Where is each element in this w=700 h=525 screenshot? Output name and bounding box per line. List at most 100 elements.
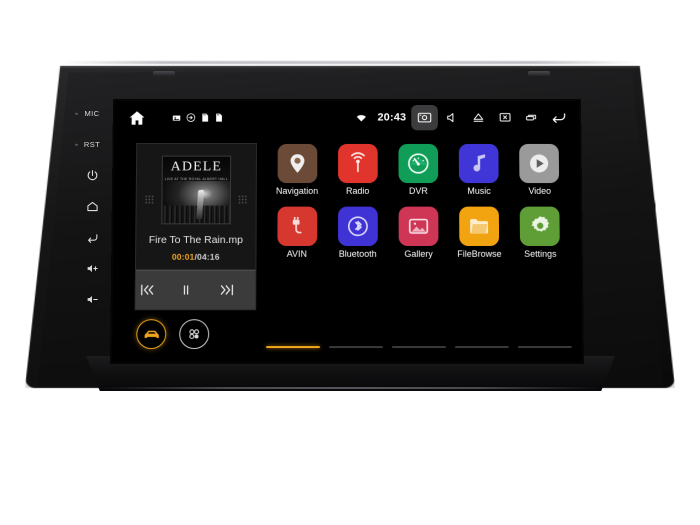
eject-icon bbox=[471, 111, 485, 125]
page-indicator-dot[interactable] bbox=[391, 345, 446, 349]
back-icon bbox=[549, 110, 567, 126]
music-player-widget[interactable]: ADELE LIVE AT THE ROYAL ALBERT HALL Fire… bbox=[134, 142, 257, 311]
volume-down-icon bbox=[87, 295, 98, 304]
app-avin-tile[interactable] bbox=[276, 206, 317, 246]
power-icon bbox=[87, 170, 97, 181]
app-grid: Navigation Radio DVR Music Video AVIN Bl… bbox=[266, 143, 570, 260]
page-indicator-dot[interactable] bbox=[517, 345, 572, 349]
wifi-status[interactable] bbox=[348, 104, 375, 130]
page-indicator-dot[interactable] bbox=[454, 345, 509, 349]
car-mode-button[interactable] bbox=[136, 319, 167, 350]
bluetooth-icon bbox=[345, 213, 371, 239]
gear-icon bbox=[531, 216, 549, 233]
app-bluetooth-label: Bluetooth bbox=[338, 249, 377, 259]
app-filebrowse-label: FileBrowse bbox=[457, 249, 502, 259]
folder-icon bbox=[470, 218, 489, 234]
status-bar-left bbox=[115, 104, 224, 130]
home-icon bbox=[129, 110, 145, 125]
track-title: Fire To The Rain.mp bbox=[148, 234, 244, 246]
next-track-icon bbox=[218, 283, 235, 298]
app-music-tile[interactable] bbox=[458, 143, 499, 184]
app-dvr[interactable]: DVR bbox=[389, 143, 449, 197]
app-bluetooth[interactable]: Bluetooth bbox=[328, 206, 388, 260]
apps-grid-icon bbox=[189, 329, 200, 340]
app-filebrowse[interactable]: FileBrowse bbox=[449, 206, 509, 260]
mic-key-label: MIC bbox=[84, 109, 100, 118]
screen-off-button[interactable] bbox=[491, 104, 518, 130]
page-indicator bbox=[266, 345, 572, 349]
album-art: ADELE LIVE AT THE ROYAL ALBERT HALL bbox=[161, 155, 232, 225]
screenshot-button[interactable] bbox=[411, 104, 438, 131]
app-gallery[interactable]: Gallery bbox=[389, 206, 449, 260]
status-home-button[interactable] bbox=[124, 104, 151, 130]
download-notification-icon bbox=[186, 113, 196, 123]
track-current-time: 00:01 bbox=[171, 251, 195, 262]
hardware-key-column: MIC RST bbox=[75, 98, 108, 358]
reset-key[interactable]: RST bbox=[75, 129, 108, 160]
sdcard2-notification-icon bbox=[216, 113, 222, 122]
touchscreen-display[interactable]: 20:43 ADELE LIVE AT THE ROYAL ALBERT HAL… bbox=[112, 101, 582, 362]
app-video-tile[interactable] bbox=[519, 143, 560, 184]
recents-icon bbox=[524, 111, 538, 125]
app-navigation-tile[interactable] bbox=[277, 143, 317, 184]
app-navigation[interactable]: Navigation bbox=[267, 143, 327, 197]
app-music[interactable]: Music bbox=[449, 143, 509, 197]
page-indicator-dot[interactable] bbox=[266, 345, 321, 349]
next-button[interactable] bbox=[218, 283, 252, 298]
back-button[interactable] bbox=[544, 104, 571, 130]
app-avin-label: AVIN bbox=[286, 249, 307, 259]
bezel-top-highlight bbox=[62, 61, 638, 64]
screen-off-icon bbox=[498, 111, 512, 125]
bezel-clip-right bbox=[528, 71, 550, 76]
page-indicator-dot[interactable] bbox=[329, 345, 383, 349]
music-note-icon bbox=[473, 154, 486, 172]
volume-up-key[interactable] bbox=[76, 253, 108, 284]
pause-button[interactable] bbox=[179, 283, 213, 298]
app-music-label: Music bbox=[467, 186, 491, 196]
widget-handle-right-icon bbox=[237, 194, 248, 205]
back-arrow-icon bbox=[87, 234, 97, 243]
app-gallery-tile[interactable] bbox=[398, 206, 439, 246]
player-controls bbox=[135, 269, 256, 310]
dock-bar bbox=[136, 319, 210, 350]
play-circle-icon bbox=[530, 154, 549, 173]
gauge-icon bbox=[405, 151, 431, 176]
wifi-icon bbox=[356, 114, 366, 122]
app-filebrowse-tile[interactable] bbox=[459, 206, 500, 246]
app-dvr-label: DVR bbox=[408, 186, 428, 196]
previous-track-icon bbox=[139, 283, 156, 298]
app-settings-tile[interactable] bbox=[520, 206, 561, 246]
eject-button[interactable] bbox=[464, 104, 491, 130]
status-bar-right: 20:43 bbox=[348, 104, 579, 131]
app-dvr-tile[interactable] bbox=[398, 143, 439, 184]
app-bluetooth-tile[interactable] bbox=[337, 206, 378, 246]
map-pin-icon bbox=[290, 154, 305, 173]
app-radio[interactable]: Radio bbox=[328, 143, 388, 197]
bezel-clip-left bbox=[153, 71, 175, 76]
back-key[interactable] bbox=[76, 222, 108, 253]
app-settings[interactable]: Settings bbox=[510, 206, 570, 260]
app-video[interactable]: Video bbox=[510, 143, 570, 197]
album-art-title: ADELE bbox=[170, 159, 223, 175]
avin-plug-icon bbox=[285, 216, 309, 238]
app-settings-label: Settings bbox=[524, 249, 557, 259]
app-avin[interactable]: AVIN bbox=[267, 206, 327, 260]
reset-key-label: RST bbox=[83, 140, 101, 149]
all-apps-button[interactable] bbox=[179, 319, 210, 350]
notification-icons bbox=[172, 113, 223, 123]
app-navigation-label: Navigation bbox=[275, 186, 319, 196]
power-key[interactable] bbox=[76, 160, 108, 191]
mic-key[interactable]: MIC bbox=[75, 98, 108, 129]
mute-icon bbox=[444, 111, 458, 125]
sdcard-notification-icon bbox=[202, 113, 209, 122]
volume-down-key[interactable] bbox=[76, 284, 108, 315]
album-art-subtitle: LIVE AT THE ROYAL ALBERT HALL bbox=[164, 177, 228, 182]
mute-button[interactable] bbox=[438, 104, 465, 130]
app-radio-tile[interactable] bbox=[337, 143, 378, 184]
recents-button[interactable] bbox=[518, 104, 545, 130]
previous-button[interactable] bbox=[139, 283, 173, 298]
car-icon bbox=[144, 330, 159, 338]
screenshot-notification-icon bbox=[172, 115, 181, 121]
mic-dot-icon bbox=[75, 112, 78, 115]
home-key[interactable] bbox=[76, 191, 108, 222]
